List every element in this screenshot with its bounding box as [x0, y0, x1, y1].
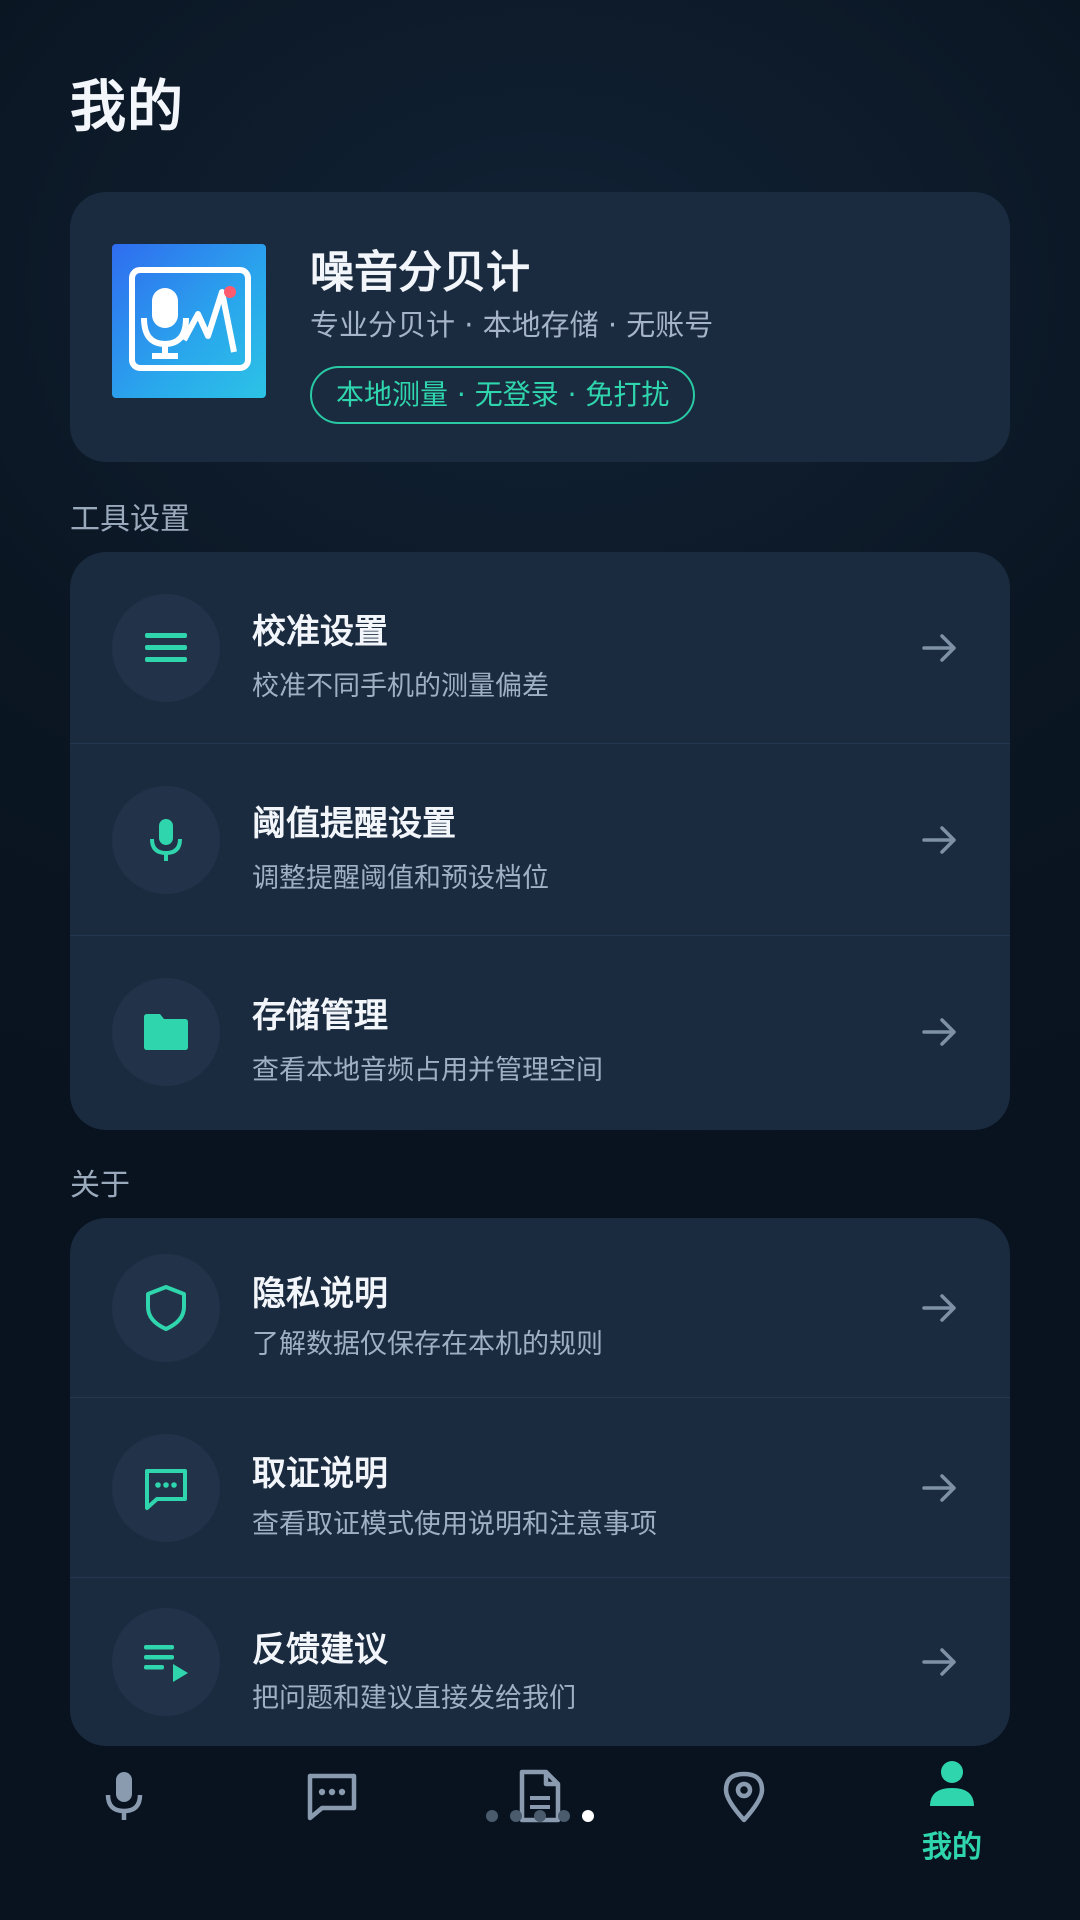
chat-bubble-icon — [112, 1434, 220, 1542]
bottom-tab-bar: 我的 — [0, 1740, 1080, 1920]
profile-screen: 我的 噪音分贝计 专业分贝计 · 本地存储 · 无账号 本地测量 · 无登录 ·… — [0, 0, 1080, 1920]
tab-messages[interactable] — [272, 1760, 392, 1900]
page-dot — [534, 1810, 546, 1822]
menu-item-threshold-alert[interactable]: 阈值提醒设置 调整提醒阈值和预设档位 — [70, 744, 1010, 936]
menu-lines-icon — [112, 594, 220, 702]
microphone-icon — [112, 786, 220, 894]
menu-item-privacy[interactable]: 隐私说明 了解数据仅保存在本机的规则 — [70, 1218, 1010, 1398]
menu-item-desc: 查看本地音频占用并管理空间 — [252, 1055, 603, 1086]
page-dot-active — [582, 1810, 594, 1822]
menu-item-title: 阈值提醒设置 — [252, 804, 456, 844]
menu-item-calibration[interactable]: 校准设置 校准不同手机的测量偏差 — [70, 552, 1010, 744]
menu-item-desc: 校准不同手机的测量偏差 — [252, 671, 549, 702]
menu-item-title: 校准设置 — [252, 612, 388, 652]
page-dot — [486, 1810, 498, 1822]
section-label-about: 关于 — [70, 1168, 130, 1203]
tab-label-mine: 我的 — [922, 1830, 982, 1865]
tab-measure[interactable] — [64, 1760, 184, 1900]
page-title: 我的 — [70, 75, 184, 140]
about-group: 隐私说明 了解数据仅保存在本机的规则 取证说明 查看取证模式使用说明和注意事项 … — [70, 1218, 1010, 1746]
menu-item-evidence[interactable]: 取证说明 查看取证模式使用说明和注意事项 — [70, 1398, 1010, 1578]
app-subtitle: 专业分贝计 · 本地存储 · 无账号 — [310, 308, 714, 342]
arrow-right-icon — [922, 634, 956, 662]
tools-settings-group: 校准设置 校准不同手机的测量偏差 阈值提醒设置 调整提醒阈值和预设档位 存储管理… — [70, 552, 1010, 1130]
microphone-icon — [105, 1772, 143, 1820]
menu-item-title: 存储管理 — [252, 996, 388, 1036]
menu-item-title: 隐私说明 — [252, 1274, 388, 1314]
app-name: 噪音分贝计 — [310, 247, 530, 298]
arrow-right-icon — [922, 1648, 956, 1676]
tab-records[interactable] — [480, 1760, 600, 1900]
folder-icon — [112, 978, 220, 1086]
menu-item-desc: 调整提醒阈值和预设档位 — [252, 863, 549, 894]
page-dot — [558, 1810, 570, 1822]
menu-item-title: 反馈建议 — [252, 1630, 388, 1670]
menu-item-desc: 查看取证模式使用说明和注意事项 — [252, 1509, 657, 1540]
tab-mine[interactable]: 我的 — [892, 1748, 1012, 1888]
arrow-right-icon — [922, 1474, 956, 1502]
playlist-play-icon — [112, 1608, 220, 1716]
app-info-card: 噪音分贝计 专业分贝计 · 本地存储 · 无账号 本地测量 · 无登录 · 免打… — [70, 192, 1010, 462]
location-pin-icon — [723, 1771, 765, 1823]
app-feature-badge: 本地测量 · 无登录 · 免打扰 — [310, 366, 696, 424]
app-logo-icon — [112, 244, 266, 398]
menu-item-storage[interactable]: 存储管理 查看本地音频占用并管理空间 — [70, 936, 1010, 1128]
chat-bubble-icon — [307, 1773, 357, 1821]
menu-item-feedback[interactable]: 反馈建议 把问题和建议直接发给我们 — [70, 1578, 1010, 1746]
arrow-right-icon — [922, 1294, 956, 1322]
section-label-tools: 工具设置 — [70, 502, 190, 537]
menu-item-title: 取证说明 — [252, 1454, 388, 1494]
person-icon — [930, 1761, 974, 1806]
menu-item-desc: 把问题和建议直接发给我们 — [252, 1683, 576, 1714]
arrow-right-icon — [922, 1018, 956, 1046]
page-indicator — [486, 1810, 598, 1826]
menu-item-desc: 了解数据仅保存在本机的规则 — [252, 1329, 603, 1360]
tab-location[interactable] — [684, 1760, 804, 1900]
page-dot — [510, 1810, 522, 1822]
arrow-right-icon — [922, 826, 956, 854]
shield-icon — [112, 1254, 220, 1362]
